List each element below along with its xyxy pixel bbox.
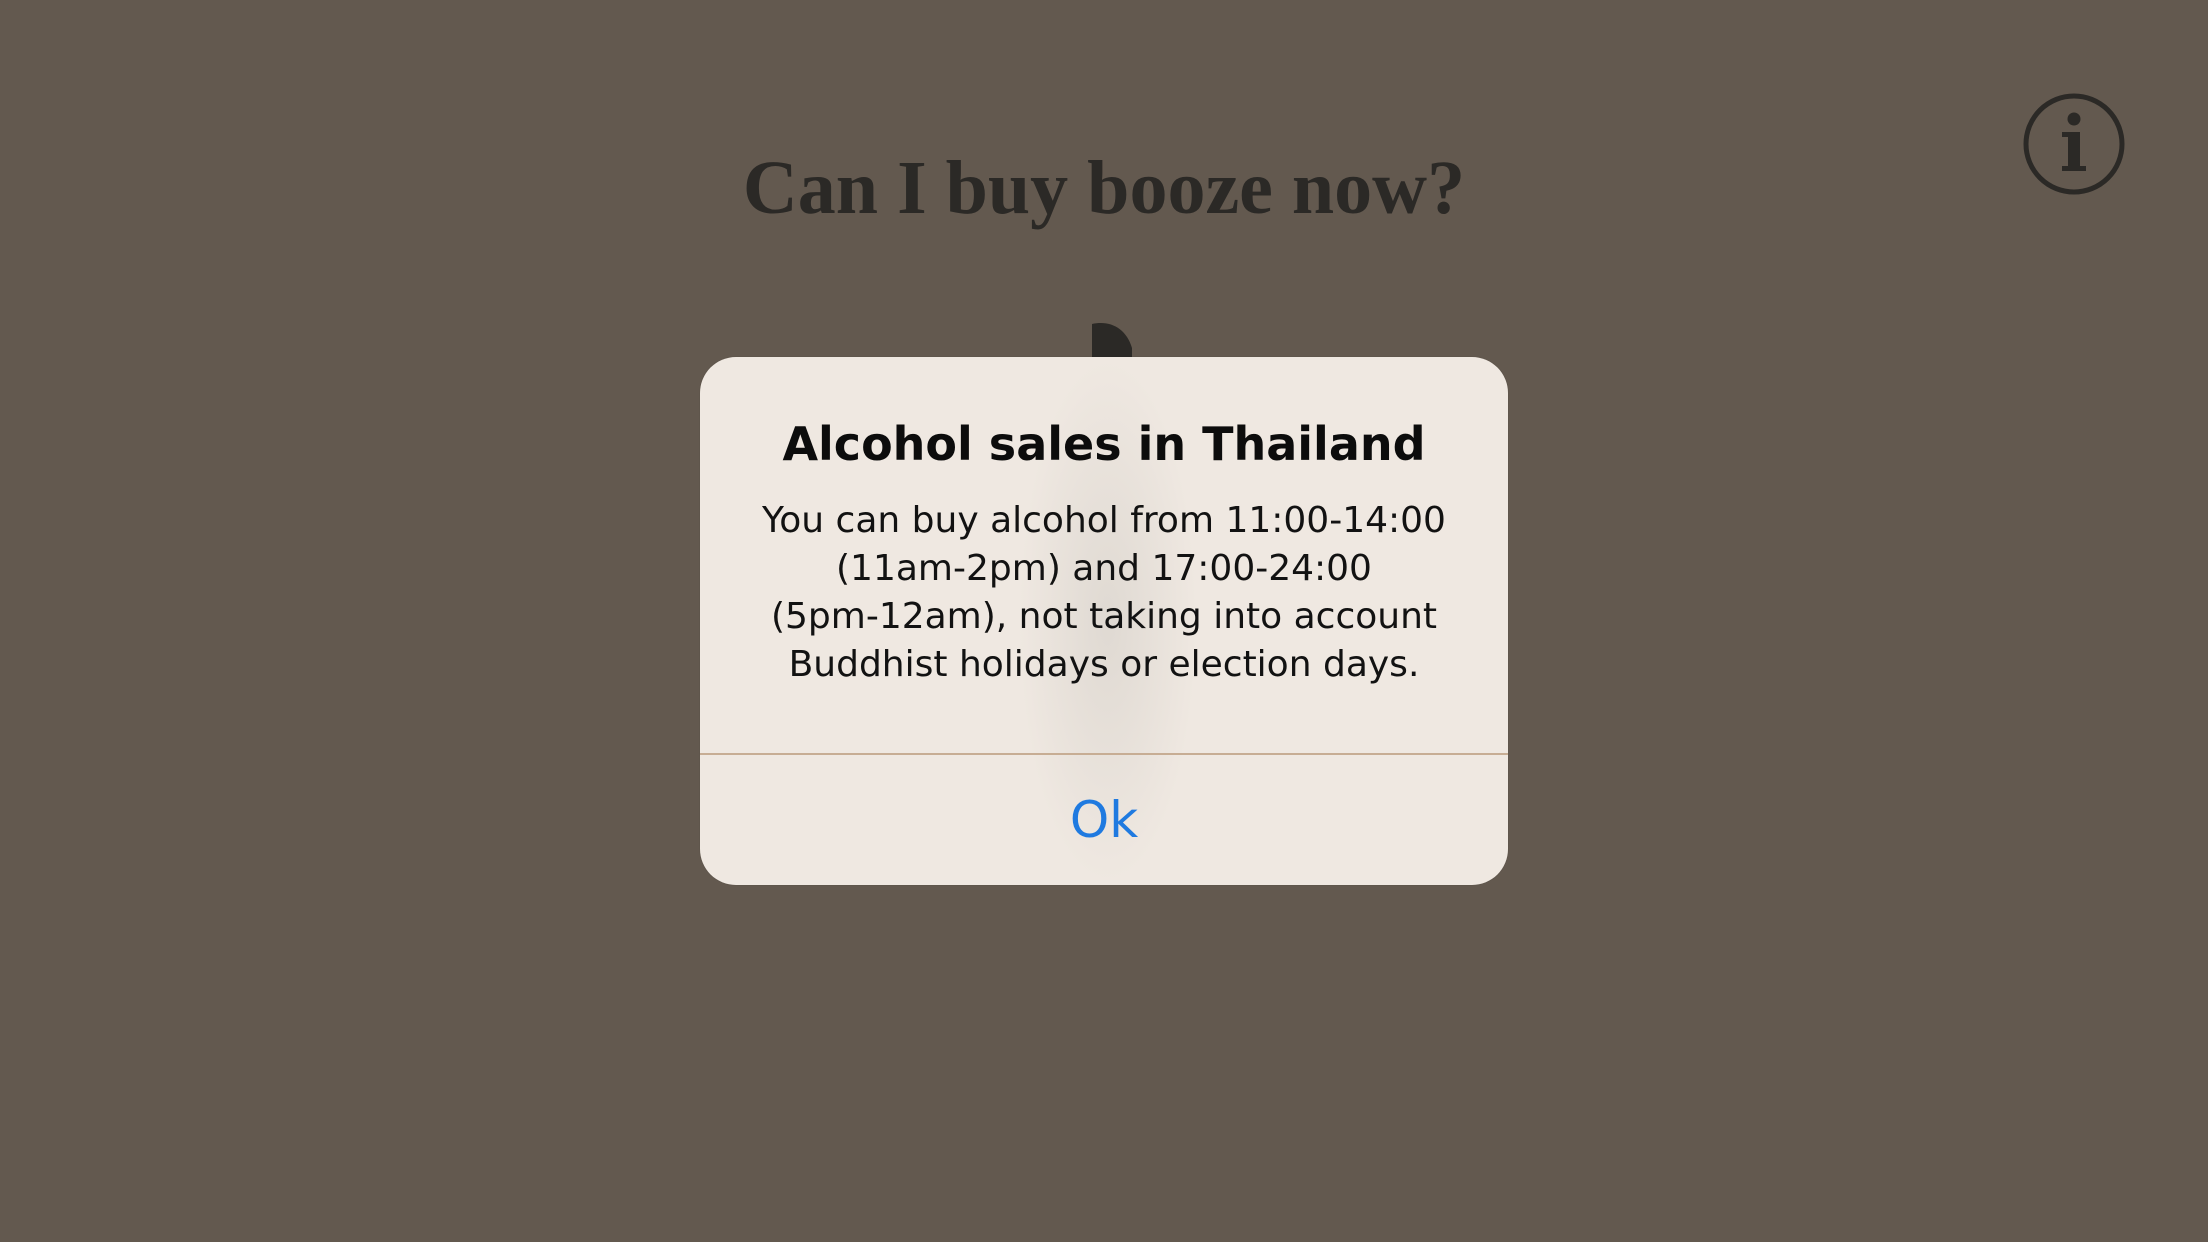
- ok-button[interactable]: Ok: [700, 755, 1508, 885]
- alert-content: Alcohol sales in Thailand You can buy al…: [700, 357, 1508, 753]
- alert-message-line: (5pm-12am), not taking into account: [770, 596, 1438, 637]
- alert-dialog: Alcohol sales in Thailand You can buy al…: [700, 357, 1508, 885]
- ok-button-label: Ok: [1069, 791, 1139, 849]
- info-circle-icon: [2022, 92, 2126, 196]
- page-title: Can I buy booze now?: [742, 146, 1466, 230]
- alert-message-line: You can buy alcohol from 11:00-14:00: [762, 500, 1446, 541]
- app-screen: Can I buy booze now? Alcohol sales in Th…: [0, 0, 2208, 1242]
- info-button[interactable]: [2022, 92, 2126, 196]
- alert-message: You can buy alcohol from 11:00-14:00 (11…: [744, 497, 1464, 689]
- alert-message-line: (11am-2pm) and 17:00-24:00: [836, 548, 1372, 589]
- alert-title: Alcohol sales in Thailand: [782, 417, 1426, 471]
- alert-message-line: Buddhist holidays or election days.: [788, 644, 1420, 685]
